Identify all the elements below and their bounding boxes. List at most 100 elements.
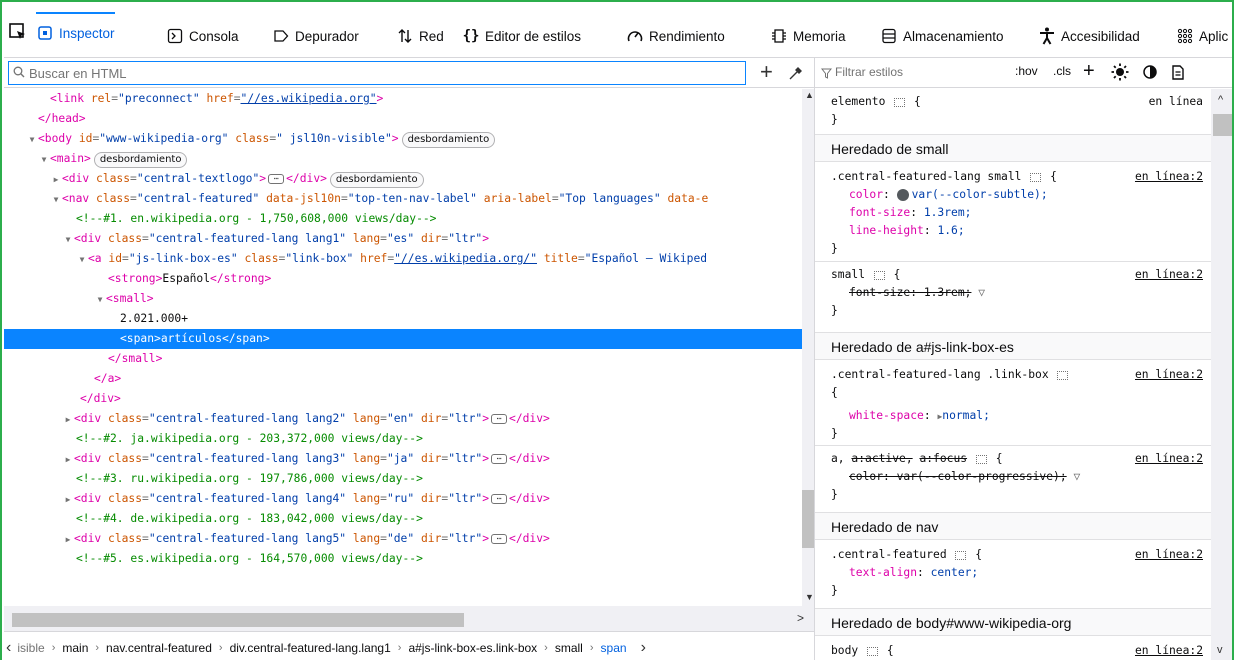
rule-source-link[interactable]: en línea	[1149, 93, 1203, 111]
markup-line[interactable]: ▶ <div class="central-featured-lang lang2…	[4, 409, 802, 429]
rule-source-link[interactable]: en línea:2	[1135, 266, 1203, 284]
element-picker-icon[interactable]	[8, 22, 30, 44]
selector-highlighter-icon[interactable]	[955, 550, 967, 560]
tab-red[interactable]: Red	[396, 14, 444, 58]
rule-selector-line[interactable]: .central-featured { en línea:2	[815, 546, 1211, 564]
markup-line[interactable]: <!--#3. ru.wikipedia.org - 197,786,000 v…	[4, 469, 802, 489]
rule-selector-line[interactable]: body { en línea:2	[815, 642, 1211, 660]
declaration-line[interactable]: white-space: ▶normal;	[815, 407, 1211, 425]
hover-pseudo-button[interactable]: :hov	[1015, 64, 1038, 78]
filter-icon[interactable]: ▽	[1073, 470, 1080, 483]
selector-highlighter-icon[interactable]	[1057, 370, 1069, 380]
rule-source-link[interactable]: en línea:2	[1135, 450, 1203, 468]
expanded-twisty-icon[interactable]: ▼	[38, 150, 50, 170]
markup-line[interactable]: <!--#5. es.wikipedia.org - 164,570,000 v…	[4, 549, 802, 569]
expanded-twisty-icon[interactable]: ▼	[50, 190, 62, 210]
breadcrumb-item[interactable]: small	[555, 641, 583, 655]
ellipsis-icon[interactable]: ⋯	[491, 534, 508, 544]
tab-almacenamiento[interactable]: Almacenamiento	[880, 14, 1004, 58]
collapsed-twisty-icon[interactable]: ▶	[62, 410, 74, 430]
breadcrumb-item[interactable]: a#js-link-box-es.link-box	[408, 641, 537, 655]
markup-line[interactable]: ▼ <body id="www-wikipedia-org" class=" js…	[4, 129, 802, 149]
tab-memoria[interactable]: Memoria	[770, 14, 846, 58]
markup-line[interactable]: ▶ <div class="central-textlogo"> ⋯ </div> de…	[4, 169, 802, 189]
add-rule-button[interactable]: +	[1083, 60, 1095, 83]
light-mode-icon[interactable]	[1111, 63, 1129, 84]
dark-mode-icon[interactable]	[1143, 65, 1157, 82]
tab-consola[interactable]: Consola	[166, 14, 239, 58]
expanded-twisty-icon[interactable]: ▼	[76, 250, 88, 270]
tab-accesibilidad[interactable]: Accesibilidad	[1038, 14, 1140, 58]
add-node-button[interactable]: +	[760, 61, 773, 83]
markup-line[interactable]: ▼ <div class="central-featured-lang lang1…	[4, 229, 802, 249]
rule-selector-line[interactable]: a, a:active, a:focus { en línea:2	[815, 450, 1211, 468]
rule-source-link[interactable]: en línea:2	[1135, 366, 1203, 384]
scroll-down-icon[interactable]: ▼	[805, 592, 814, 602]
markup-horizontal-scroll-thumb[interactable]	[12, 613, 464, 627]
breadcrumb-item[interactable]: div.central-featured-lang.lang1	[230, 641, 391, 655]
tab-depurador[interactable]: Depurador	[272, 14, 359, 58]
search-html-box[interactable]	[8, 61, 746, 85]
overflow-badge[interactable]: desbordamiento	[401, 132, 496, 148]
color-swatch[interactable]	[896, 189, 909, 201]
tab-inspector[interactable]: Inspector	[36, 12, 115, 52]
markup-line[interactable]: <!--#4. de.wikipedia.org - 183,042,000 v…	[4, 509, 802, 529]
declaration-line[interactable]: font-size: 1.3rem;	[815, 204, 1211, 222]
breadcrumb-item[interactable]: isible	[17, 641, 44, 655]
selector-highlighter-icon[interactable]	[975, 454, 987, 464]
breadcrumb-item[interactable]: main	[62, 641, 88, 655]
rule-selector-line[interactable]: .central-featured-lang .link-box en líne…	[815, 366, 1211, 384]
classes-button[interactable]: .cls	[1053, 64, 1071, 78]
rule-selector-line[interactable]: .central-featured-lang small { en línea:…	[815, 168, 1211, 186]
declaration-line[interactable]: line-height: 1.6;	[815, 222, 1211, 240]
markup-line[interactable]: <!--#2. ja.wikipedia.org - 203,372,000 v…	[4, 429, 802, 449]
css-rules-view[interactable]: elemento { en línea } Heredado de small …	[815, 89, 1211, 660]
tab-editor-estilos[interactable]: {} Editor de estilos	[462, 14, 582, 58]
declaration-line[interactable]: font-size: 1.3rem; ▽	[815, 284, 1211, 302]
markup-line[interactable]: </div>	[4, 389, 802, 409]
rule-selector-line[interactable]: elemento { en línea	[815, 93, 1211, 111]
markup-vertical-scroll-thumb[interactable]	[802, 490, 814, 548]
markup-line[interactable]: <strong>Español</strong>	[4, 269, 802, 289]
markup-line[interactable]: ▼ <small>	[4, 289, 802, 309]
breadcrumb-left-arrow-icon[interactable]: ‹	[6, 639, 11, 657]
tab-rendimiento[interactable]: Rendimiento	[626, 14, 725, 58]
collapsed-twisty-icon[interactable]: ▶	[62, 530, 74, 550]
markup-line[interactable]: ▶ <div class="central-featured-lang lang3…	[4, 449, 802, 469]
rule-selector-line[interactable]: small { en línea:2	[815, 266, 1211, 284]
expanded-twisty-icon[interactable]: ▼	[62, 230, 74, 250]
rule-source-link[interactable]: en línea:2	[1135, 546, 1203, 564]
markup-line[interactable]: ▼ <main> desbordamiento	[4, 149, 802, 169]
ellipsis-icon[interactable]: ⋯	[491, 454, 508, 464]
markup-line[interactable]: ▼ <nav class="central-featured" data-jsl1…	[4, 189, 802, 209]
breadcrumb-item-current[interactable]: span	[601, 641, 627, 655]
rule-source-link[interactable]: en línea:2	[1135, 642, 1203, 660]
breadcrumb-item[interactable]: nav.central-featured	[106, 641, 212, 655]
scroll-down-icon[interactable]: v	[1217, 644, 1223, 656]
scroll-up-icon[interactable]: ^	[1218, 94, 1223, 106]
markup-line[interactable]: 2.021.000+	[4, 309, 802, 329]
declaration-line[interactable]: text-align: center;	[815, 564, 1211, 582]
search-html-input[interactable]	[29, 65, 719, 81]
markup-line[interactable]: ▶ <div class="central-featured-lang lang4…	[4, 489, 802, 509]
rules-vertical-scrollbar[interactable]	[1211, 89, 1232, 660]
ellipsis-icon[interactable]: ⋯	[491, 494, 508, 504]
selector-highlighter-icon[interactable]	[894, 97, 906, 107]
selector-highlighter-icon[interactable]	[873, 270, 885, 280]
overflow-badge[interactable]: desbordamiento	[329, 172, 424, 188]
markup-line[interactable]: <!--#1. en.wikipedia.org - 1,750,608,000…	[4, 209, 802, 229]
markup-line[interactable]: ▶ <div class="central-featured-lang lang5…	[4, 529, 802, 549]
selector-highlighter-icon[interactable]	[867, 646, 879, 656]
rules-vertical-scroll-thumb[interactable]	[1213, 114, 1232, 136]
filter-icon[interactable]: ▽	[978, 286, 985, 299]
markup-line[interactable]: </a>	[4, 369, 802, 389]
eyedropper-icon[interactable]	[788, 65, 804, 84]
ellipsis-icon[interactable]: ⋯	[491, 414, 508, 424]
ellipsis-icon[interactable]: ⋯	[268, 174, 285, 184]
selector-highlighter-icon[interactable]	[1030, 172, 1042, 182]
markup-view[interactable]: <link rel="preconnect" href="//es.wikipe…	[4, 89, 802, 606]
rule-source-link[interactable]: en línea:2	[1135, 168, 1203, 186]
collapsed-twisty-icon[interactable]: ▶	[62, 450, 74, 470]
markup-line[interactable]: ▼ <a id="js-link-box-es" class="link-box"…	[4, 249, 802, 269]
scroll-up-icon[interactable]: ▲	[805, 90, 814, 100]
